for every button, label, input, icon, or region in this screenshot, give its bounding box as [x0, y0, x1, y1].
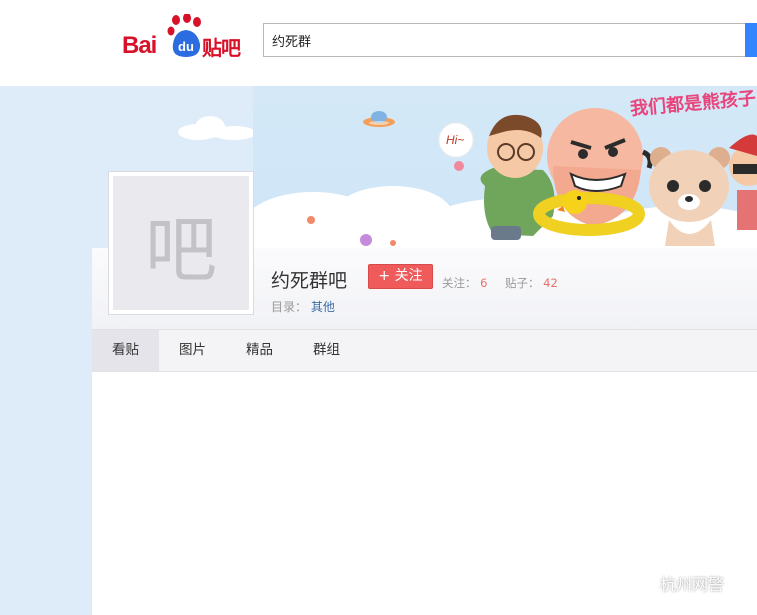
watermark-text: 杭州网警: [660, 575, 725, 594]
forum-title[interactable]: 约死群吧: [271, 266, 347, 293]
forum-tabs: 看贴 图片 精品 群组: [92, 330, 757, 372]
search-button[interactable]: [745, 23, 757, 57]
follow-count-stat: 关注： 6: [442, 275, 487, 291]
search-input[interactable]: [264, 24, 742, 56]
directory-link[interactable]: 其他: [311, 300, 335, 314]
forum-banner: Hi~ 我们都是熊孩子: [253, 86, 757, 248]
follow-count-label: 关注：: [442, 276, 477, 290]
tab-groups[interactable]: 群组: [293, 330, 360, 371]
post-count-value: 42: [543, 276, 558, 290]
wechat-icon: [630, 573, 654, 592]
logo-bai-text: Bai: [122, 32, 157, 59]
baidu-tieba-logo[interactable]: Bai du 贴吧: [122, 14, 252, 60]
paw-icon: du: [167, 14, 201, 57]
forum-directory: 目录： 其他: [271, 298, 335, 315]
follow-count-value: 6: [480, 276, 488, 290]
logo-du-text: du: [178, 39, 194, 54]
forum-avatar[interactable]: 吧: [108, 171, 254, 315]
watermark: 杭州网警: [630, 570, 724, 596]
tab-featured[interactable]: 精品: [226, 330, 293, 371]
tab-images[interactable]: 图片: [159, 330, 226, 371]
speech-bubble-text: Hi~: [446, 133, 464, 147]
tab-posts[interactable]: 看贴: [92, 330, 159, 371]
directory-label: 目录：: [271, 300, 308, 314]
forum-avatar-placeholder: 吧: [113, 176, 249, 310]
speech-bubble: Hi~: [438, 122, 474, 158]
post-count-stat: 贴子： 42: [505, 275, 558, 291]
follow-button[interactable]: + 关注: [368, 264, 433, 289]
logo-tieba-text: 贴吧: [202, 36, 241, 60]
top-header: Bai du 贴吧: [0, 0, 757, 86]
post-count-label: 贴子：: [505, 276, 540, 290]
search-box[interactable]: [263, 23, 757, 57]
